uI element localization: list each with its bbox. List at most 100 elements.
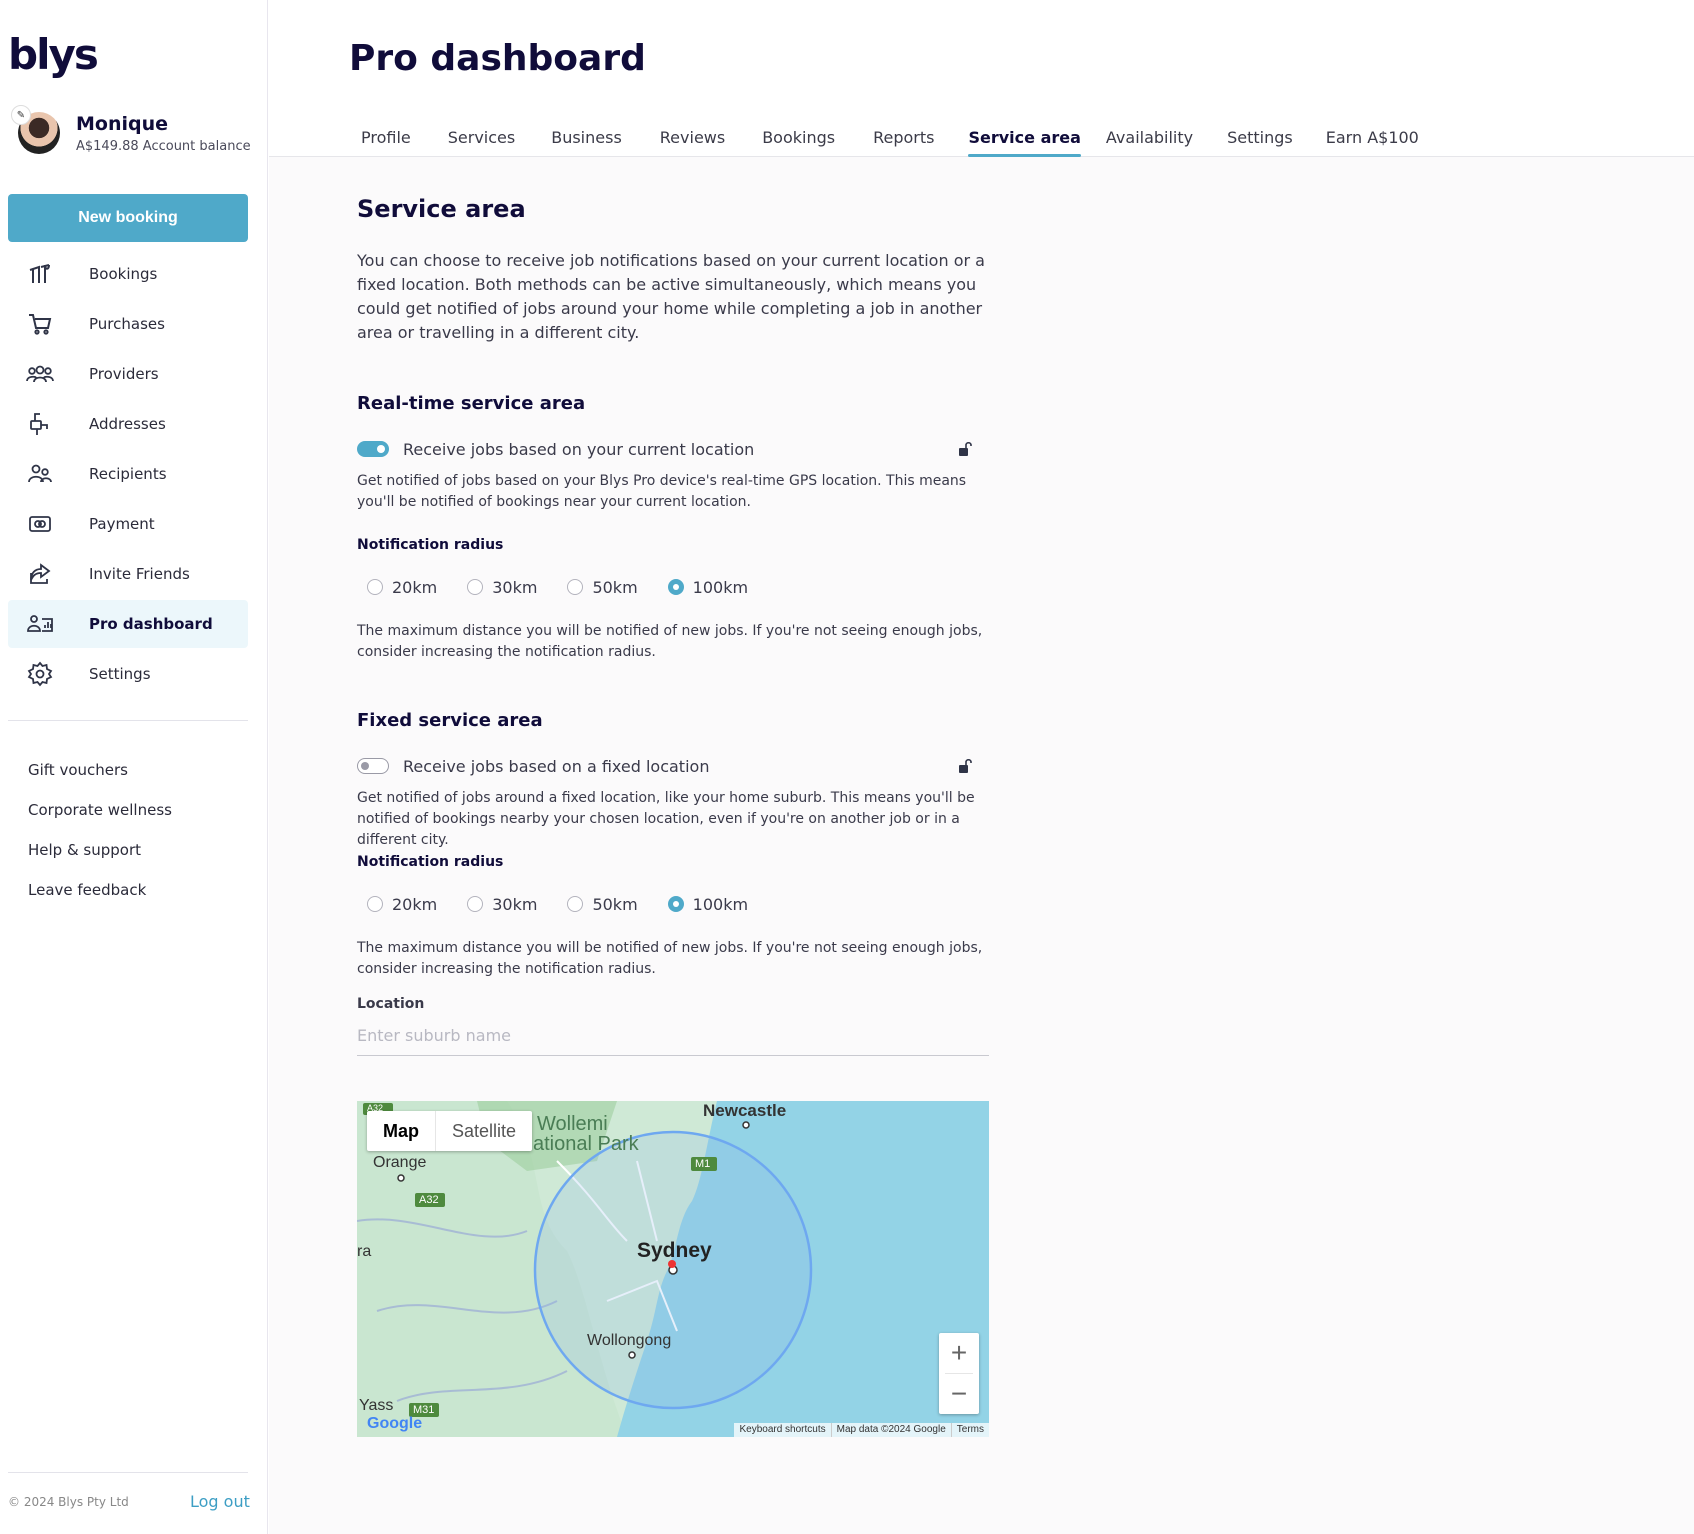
unlock-icon[interactable]	[957, 440, 975, 458]
corporate-wellness-link[interactable]: Corporate wellness	[28, 790, 172, 830]
radio-button[interactable]	[467, 896, 484, 912]
radius-option-100km[interactable]: 100km	[667, 894, 749, 914]
tab-earn[interactable]: Earn A$100	[1326, 120, 1419, 157]
radio-button[interactable]	[567, 896, 584, 912]
tab-reports[interactable]: Reports	[873, 120, 934, 157]
map-place-label: Newcastle	[703, 1101, 787, 1120]
tab-bar: Profile Services Business Reviews Bookin…	[349, 120, 1419, 157]
radius-option-50km[interactable]: 50km	[567, 895, 638, 914]
tab-settings[interactable]: Settings	[1227, 120, 1293, 157]
location-label: Location	[357, 996, 425, 1012]
sidebar-item-addresses[interactable]: Addresses	[8, 400, 248, 448]
tab-reviews[interactable]: Reviews	[660, 120, 725, 157]
radius-option-20km[interactable]: 20km	[367, 895, 437, 914]
service-area-map[interactable]: Newcastle Wollemi ational Park Orange Sy…	[357, 1101, 989, 1437]
sidebar-item-pro-dashboard[interactable]: Pro dashboard	[8, 600, 248, 648]
fixed-toggle-label: Receive jobs based on a fixed location	[403, 756, 710, 776]
sidebar-item-payment[interactable]: Payment	[8, 500, 248, 548]
sidebar: blys ✎ Monique A$149.88 Account balance …	[0, 0, 268, 1534]
realtime-toggle-row[interactable]: Receive jobs based on your current locat…	[357, 437, 989, 461]
zoom-control: + −	[939, 1333, 979, 1414]
map-data-attribution: Map data ©2024 Google	[830, 1423, 951, 1437]
realtime-radius-group: 20km 30km 50km 100km	[367, 575, 778, 599]
providers-icon	[26, 360, 54, 388]
page-title: Pro dashboard	[349, 38, 646, 79]
radio-button[interactable]	[367, 896, 383, 912]
radius-option-30km[interactable]: 30km	[467, 895, 537, 914]
account-balance: A$149.88 Account balance	[76, 138, 251, 154]
sidebar-item-recipients[interactable]: Recipients	[8, 450, 248, 498]
radio-button[interactable]	[667, 896, 684, 912]
section-title: Service area	[357, 195, 526, 223]
recipients-icon	[26, 460, 54, 488]
sidebar-item-bookings[interactable]: Bookings	[8, 250, 248, 298]
tab-business[interactable]: Business	[551, 120, 622, 157]
realtime-radius-help: The maximum distance you will be notifie…	[357, 623, 983, 660]
radio-label: 20km	[392, 577, 438, 597]
keyboard-shortcuts-link[interactable]: Keyboard shortcuts	[734, 1423, 830, 1437]
map-place-label: Yass	[359, 1397, 394, 1414]
divider	[8, 720, 248, 721]
intro-text: You can choose to receive job notificati…	[357, 251, 985, 342]
fixed-toggle-row[interactable]: Receive jobs based on a fixed location	[357, 754, 989, 778]
map-footer: Keyboard shortcuts Map data ©2024 Google…	[734, 1423, 989, 1437]
radius-option-30km[interactable]: 30km	[467, 578, 537, 597]
tab-availability[interactable]: Availability	[1106, 120, 1193, 157]
location-input[interactable]	[357, 1016, 989, 1056]
radius-option-50km[interactable]: 50km	[567, 577, 638, 597]
sidebar-item-invite-friends[interactable]: Invite Friends	[8, 550, 248, 598]
tab-bookings[interactable]: Bookings	[762, 120, 835, 157]
radio-label: 100km	[692, 894, 749, 914]
fixed-radius-help: The maximum distance you will be notifie…	[357, 940, 983, 977]
tab-profile[interactable]: Profile	[361, 120, 411, 157]
map-type-satellite-button[interactable]: Satellite	[436, 1111, 532, 1151]
map-canvas[interactable]	[357, 1101, 989, 1437]
realtime-title: Real-time service area	[357, 393, 586, 414]
sidebar-item-label: Addresses	[89, 415, 166, 433]
radio-button[interactable]	[467, 579, 484, 595]
leave-feedback-link[interactable]: Leave feedback	[28, 870, 172, 910]
road-badge: A32	[419, 1194, 439, 1206]
map-place-label: ra	[357, 1243, 372, 1260]
copyright: © 2024 Blys Pty Ltd	[8, 1495, 129, 1509]
map-type-map-button[interactable]: Map	[367, 1111, 436, 1151]
terms-link[interactable]: Terms	[950, 1423, 989, 1437]
map-place-label: Sydney	[637, 1239, 712, 1262]
realtime-toggle[interactable]	[357, 441, 389, 457]
radio-button[interactable]	[667, 579, 684, 595]
fixed-toggle[interactable]	[357, 758, 389, 774]
gift-vouchers-link[interactable]: Gift vouchers	[28, 750, 172, 790]
tab-service-area[interactable]: Service area	[968, 120, 1082, 157]
radius-option-100km[interactable]: 100km	[667, 577, 749, 597]
realtime-radius-label: Notification radius	[357, 537, 504, 553]
sidebar-item-providers[interactable]: Providers	[8, 350, 248, 398]
divider	[8, 1472, 248, 1473]
help-support-link[interactable]: Help & support	[28, 830, 172, 870]
sidebar-item-settings[interactable]: Settings	[8, 650, 248, 698]
bookings-icon	[26, 260, 54, 288]
map-place-label: Wollongong	[587, 1332, 672, 1349]
new-booking-button[interactable]: New booking	[8, 194, 248, 242]
fixed-radius-group: 20km 30km 50km 100km	[367, 892, 778, 916]
map-place-label: Orange	[373, 1154, 427, 1171]
radio-button[interactable]	[367, 579, 383, 595]
cart-icon	[26, 310, 54, 338]
avatar[interactable]: ✎	[11, 105, 60, 154]
radius-option-20km[interactable]: 20km	[367, 578, 437, 597]
tab-services[interactable]: Services	[448, 120, 515, 157]
payment-icon	[26, 510, 54, 538]
logout-link[interactable]: Log out	[190, 1492, 250, 1511]
blys-logo[interactable]: blys	[8, 30, 99, 79]
radio-label: 50km	[592, 577, 638, 597]
sidebar-item-label: Pro dashboard	[89, 615, 213, 633]
edit-pencil-icon[interactable]: ✎	[11, 105, 31, 125]
radio-button[interactable]	[567, 579, 584, 595]
zoom-out-button[interactable]: −	[939, 1374, 979, 1414]
zoom-in-button[interactable]: +	[939, 1333, 979, 1373]
user-card[interactable]: ✎ Monique A$149.88 Account balance	[11, 105, 251, 154]
page-header: Pro dashboard Profile Services Business …	[269, 0, 1694, 157]
radio-label: 100km	[692, 577, 749, 597]
sidebar-item-purchases[interactable]: Purchases	[8, 300, 248, 348]
sidebar-item-label: Settings	[89, 665, 151, 683]
unlock-icon[interactable]	[957, 757, 975, 775]
